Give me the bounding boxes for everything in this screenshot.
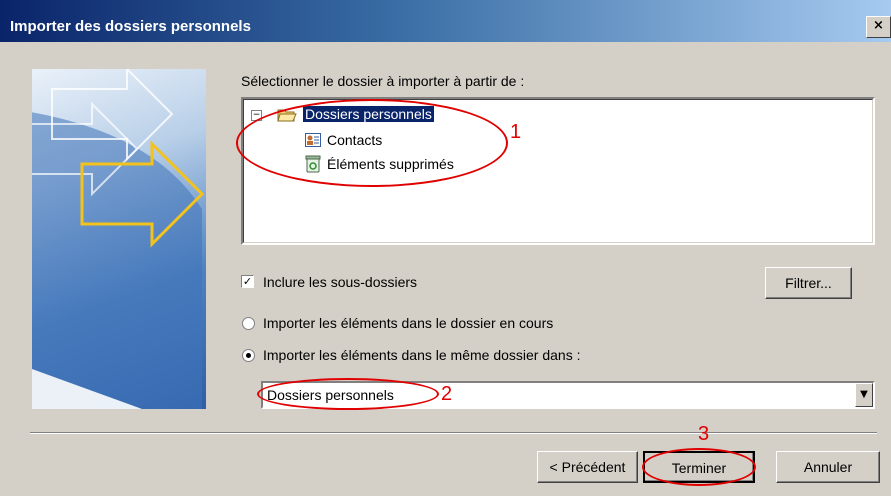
arrow-graphic-icon [32,69,205,409]
dropdown-arrow-icon[interactable]: ▼ [855,383,873,407]
wizard-side-image [32,69,206,409]
radio-same-folder-label: Importer les éléments dans le même dossi… [263,347,581,363]
back-button[interactable]: < Précédent [537,451,638,483]
annotation-ellipse-3 [642,448,756,486]
radio-same-folder[interactable] [242,349,255,362]
button-separator [30,432,877,434]
title-bar: Importer des dossiers personnels × [0,0,891,42]
radio-current-folder[interactable] [242,317,255,330]
include-subfolders-checkbox[interactable]: ✓ [241,275,254,288]
annotation-ellipse-1 [236,99,508,187]
annotation-number-3: 3 [698,423,710,445]
include-subfolders-label: Inclure les sous-dossiers [263,274,418,290]
close-button[interactable]: × [866,16,891,38]
radio-current-folder-label: Importer les éléments dans le dossier en… [263,315,554,331]
annotation-ellipse-2 [257,378,439,410]
prompt-label: Sélectionner le dossier à importer à par… [241,73,525,89]
filter-button[interactable]: Filtrer... [765,267,852,299]
import-dialog: Importer des dossiers personnels × Sélec… [0,0,891,496]
cancel-button[interactable]: Annuler [776,451,880,483]
window-title: Importer des dossiers personnels [10,18,251,35]
annotation-number-1: 1 [510,121,522,143]
annotation-number-2: 2 [441,383,453,405]
